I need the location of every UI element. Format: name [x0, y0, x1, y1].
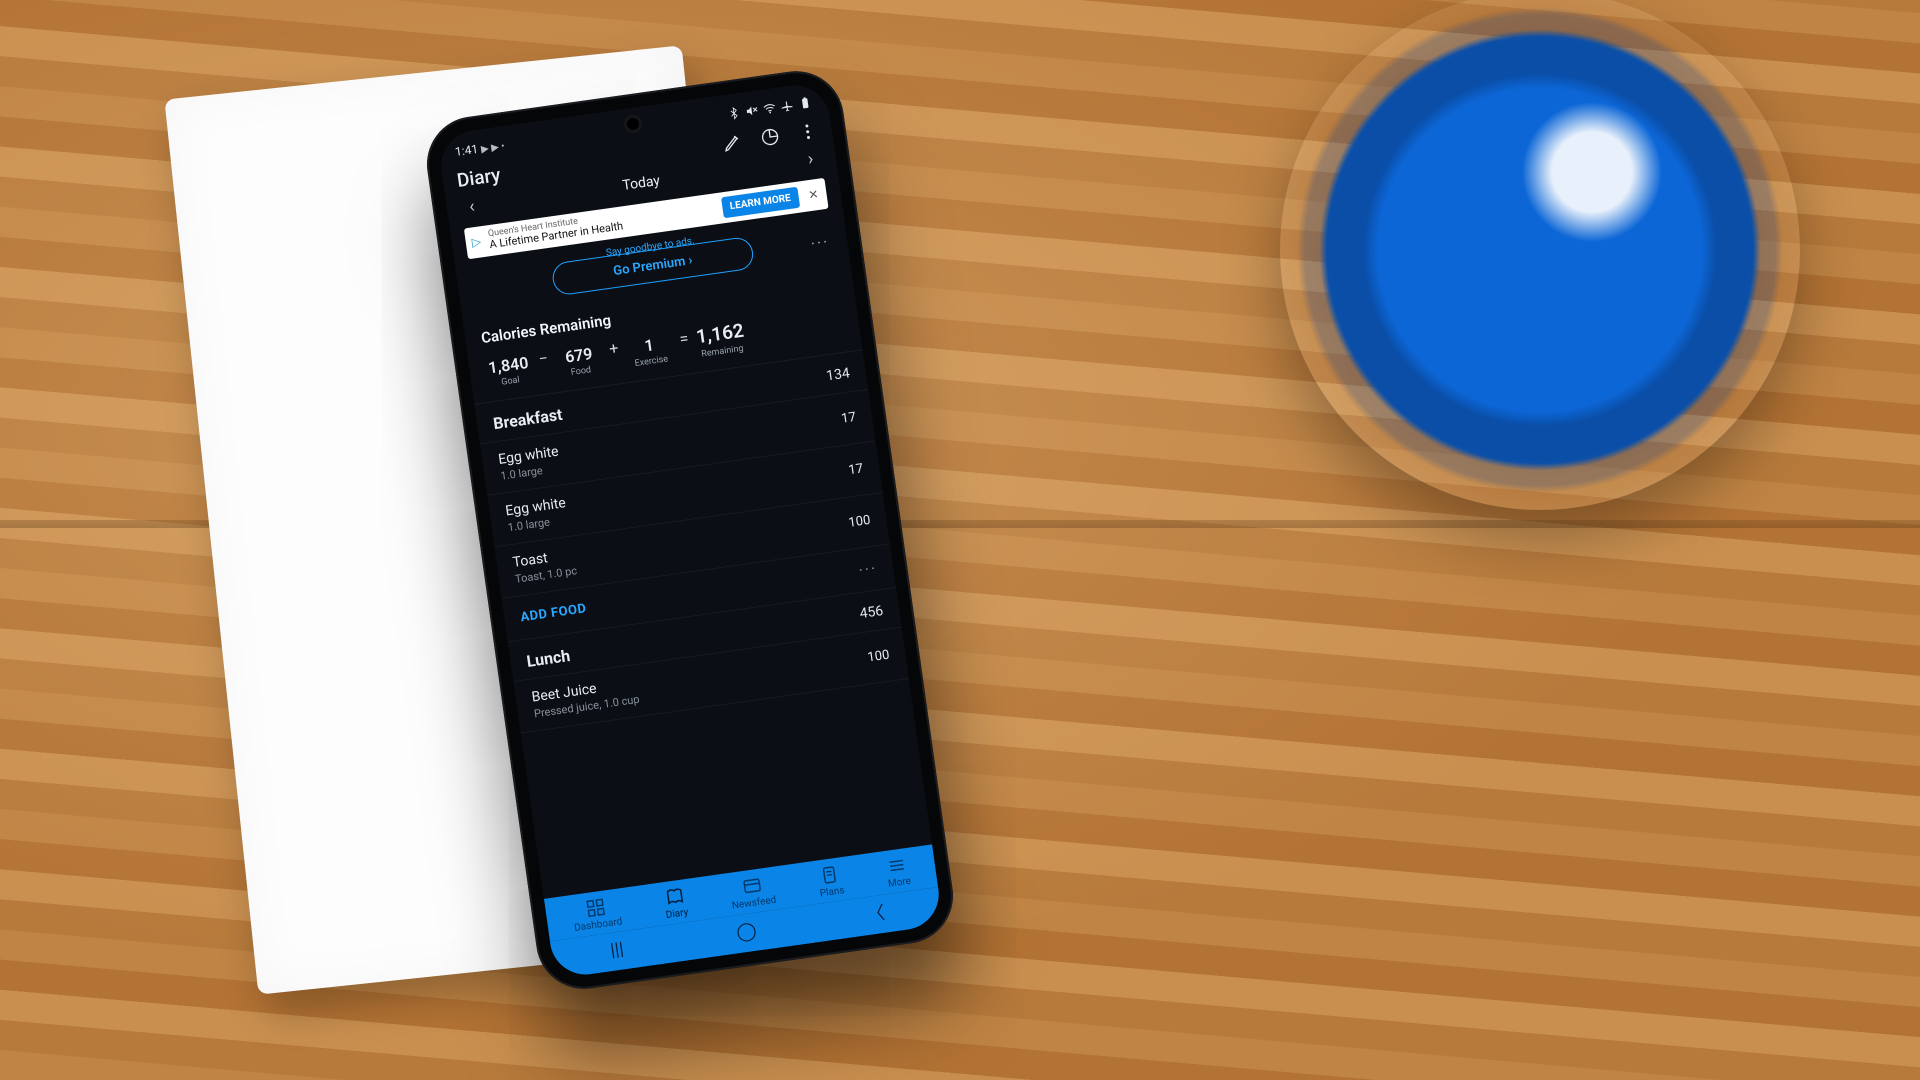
plus-sign: +: [606, 338, 624, 372]
minus-sign: −: [535, 348, 553, 383]
nav-label: Newsfeed: [731, 895, 777, 912]
sys-recent-button[interactable]: |||: [596, 936, 639, 962]
bluetooth-icon: [727, 105, 742, 120]
food-cal: 100: [848, 513, 872, 531]
mute-icon: [744, 103, 759, 118]
add-food-button[interactable]: ADD FOOD: [520, 601, 588, 625]
calories-exercise-label: Exercise: [634, 354, 669, 369]
equals-sign: =: [676, 328, 693, 362]
calories-remaining: 1,162 Remaining: [695, 319, 747, 360]
page-title: Diary: [455, 163, 501, 192]
nav-dashboard[interactable]: Dashboard: [571, 895, 623, 934]
calories-goal-value: 1,840: [487, 353, 530, 377]
edit-icon[interactable]: [721, 131, 744, 154]
meal-more-icon[interactable]: ···: [857, 558, 878, 579]
calories-exercise-value: 1: [643, 335, 655, 355]
food-cal: 17: [840, 410, 857, 427]
calories-goal: 1,840 Goal: [484, 353, 534, 390]
calories-food-value: 679: [564, 344, 594, 367]
status-left-icons: ▶ ▶ •: [480, 141, 505, 155]
battery-icon: [798, 95, 813, 110]
diary-icon: [663, 885, 686, 908]
wifi-icon: [762, 100, 777, 115]
airplane-icon: [780, 98, 795, 113]
nav-plans[interactable]: Plans: [816, 863, 845, 899]
pie-chart-icon[interactable]: [759, 125, 782, 148]
meal-total: 456: [859, 603, 885, 622]
next-day-button[interactable]: ›: [798, 147, 823, 171]
menu-icon: [886, 854, 909, 877]
nav-label: Diary: [665, 907, 689, 921]
calories-exercise: 1 Exercise: [625, 333, 675, 370]
status-time: 1:41: [454, 142, 479, 159]
meal-name: Breakfast: [492, 405, 564, 434]
background-water-glass: [1280, 0, 1800, 510]
ad-marker-icon: ▷: [471, 235, 482, 250]
sys-back-button[interactable]: 〈: [854, 897, 897, 928]
more-vert-icon[interactable]: [796, 120, 819, 143]
calories-food: 679 Food: [555, 343, 605, 380]
diary-scroll[interactable]: Breakfast 134 Egg white 1.0 large 17 Egg…: [474, 350, 932, 899]
nav-newsfeed[interactable]: Newsfeed: [728, 873, 777, 912]
calories-food-label: Food: [570, 365, 591, 378]
newsfeed-icon: [740, 875, 763, 898]
nav-label: More: [887, 876, 911, 890]
nav-label: Plans: [819, 885, 845, 899]
ad-close-icon[interactable]: ✕: [806, 187, 822, 203]
meal-name: Lunch: [525, 646, 571, 671]
sys-home-button[interactable]: ◯: [725, 918, 768, 944]
summary-more-icon[interactable]: ···: [809, 232, 830, 253]
ad-cta-button[interactable]: LEARN MORE: [721, 187, 801, 219]
plans-icon: [818, 864, 841, 887]
nav-more[interactable]: More: [884, 854, 911, 890]
prev-day-button[interactable]: ‹: [460, 195, 485, 219]
calories-goal-label: Goal: [501, 375, 521, 387]
meal-total: 134: [825, 366, 851, 385]
nav-diary[interactable]: Diary: [662, 885, 689, 921]
food-cal: 17: [848, 461, 865, 478]
dashboard-icon: [585, 896, 608, 919]
food-cal: 100: [867, 648, 891, 666]
date-label[interactable]: Today: [621, 172, 661, 193]
